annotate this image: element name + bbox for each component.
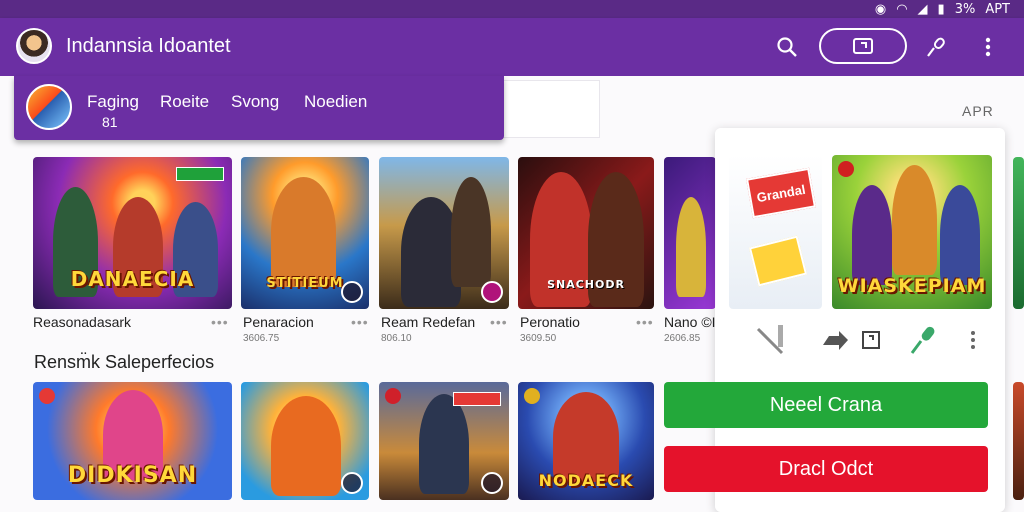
overflow-menu-button[interactable]: [955, 322, 991, 358]
more-options-icon[interactable]: •••: [636, 314, 654, 330]
character-figure: [451, 177, 491, 287]
preview-thumbnail[interactable]: Grandal: [729, 155, 822, 309]
app-title: Indannsia Idoantet: [66, 35, 231, 57]
tab-svong[interactable]: Svong: [231, 92, 279, 112]
mic-button[interactable]: [921, 32, 951, 62]
game-badge: [481, 472, 503, 494]
game-logo: NODAECK: [538, 471, 634, 490]
tab-noedien[interactable]: Noedien: [304, 92, 367, 112]
more-options-icon[interactable]: •••: [490, 314, 508, 330]
pen-icon: [756, 325, 784, 355]
game-card[interactable]: [241, 382, 369, 500]
game-card[interactable]: [1013, 382, 1024, 500]
game-tag: [176, 167, 224, 181]
game-card[interactable]: [664, 157, 716, 309]
cast-button[interactable]: [819, 28, 907, 64]
game-tag: [838, 161, 854, 177]
character-figure: [676, 197, 706, 297]
promo-banner: Grandal: [746, 167, 816, 219]
status-icons: ◉ ◠ ◢ ▮ 3% APT: [875, 0, 1010, 18]
game-subtitle: 2606.85: [664, 333, 701, 344]
character-figure: [271, 177, 336, 287]
tab-faging[interactable]: Faging: [87, 92, 139, 112]
game-badge: [481, 281, 503, 303]
game-card[interactable]: [379, 382, 509, 500]
game-subtitle: 3609.50: [520, 333, 557, 344]
game-badge: [341, 281, 363, 303]
mic-icon: [910, 326, 935, 354]
game-tag: [39, 388, 55, 404]
game-logo: DANAECIA: [70, 267, 195, 291]
featured-game-poster[interactable]: WIASKEPIAM: [832, 155, 992, 309]
primary-action-button[interactable]: Neeel Crana: [664, 382, 988, 428]
game-badge: [341, 472, 363, 494]
battery-text: 3%: [954, 1, 976, 17]
game-title: Peronatio: [520, 314, 580, 330]
character-figure: [852, 185, 892, 285]
game-card[interactable]: STITIEUM: [241, 157, 369, 309]
status-bar: ◉ ◠ ◢ ▮ 3% APT: [0, 0, 1024, 18]
character-figure: [940, 185, 980, 285]
game-logo: DIDKISAN: [67, 463, 198, 488]
character-figure: [553, 392, 619, 482]
character-figure: [419, 394, 469, 494]
share-button[interactable]: [817, 322, 853, 358]
app-avatar[interactable]: [16, 28, 52, 64]
search-icon: [777, 37, 797, 57]
character-figure: [271, 396, 341, 496]
game-title: Penaracion: [243, 314, 314, 330]
tab-strip: Faging Roeite Svong Noedien 81: [14, 76, 504, 140]
game-subtitle: 806.10: [381, 333, 412, 344]
game-card[interactable]: NODAECK: [518, 382, 654, 500]
game-tag: [524, 388, 540, 404]
mic-tool-button[interactable]: [905, 322, 941, 358]
more-vert-icon: [985, 37, 991, 57]
more-menu-button[interactable]: [973, 32, 1003, 62]
game-logo: SNACHODR: [547, 278, 625, 291]
tab-roeite[interactable]: Roeite: [160, 92, 209, 112]
game-title: Ream Redefan: [381, 314, 476, 330]
game-card[interactable]: DANAECIA: [33, 157, 232, 309]
game-logo: WIASKEPIAM: [837, 275, 987, 297]
promo-sticker: [748, 235, 808, 287]
game-tag: [453, 392, 501, 406]
section-title: Rensm̈k Saleperfecios: [34, 352, 215, 372]
more-options-icon[interactable]: •••: [211, 314, 229, 330]
game-tag: [385, 388, 401, 404]
cast-icon: [853, 38, 873, 54]
forward-arrow-icon: [823, 331, 848, 350]
game-card[interactable]: [1013, 157, 1024, 309]
signal-icon: ◉: [874, 1, 887, 17]
status-right-text: APT: [985, 1, 1010, 17]
frame-button[interactable]: [853, 322, 889, 358]
wifi-icon: ◠: [896, 1, 908, 17]
game-card[interactable]: DIDKISAN: [33, 382, 232, 500]
app-bar: Indannsia Idoantet: [0, 18, 1024, 76]
secondary-action-button[interactable]: Dracl Odct: [664, 446, 988, 492]
mic-icon: [927, 37, 945, 57]
game-title: Reasonadasark: [33, 314, 132, 330]
profile-avatar[interactable]: [26, 84, 72, 130]
game-subtitle: 3606.75: [243, 333, 280, 344]
more-vert-icon: [971, 331, 975, 349]
edit-tool-button[interactable]: [753, 322, 789, 358]
character-figure: [892, 165, 937, 275]
game-title: Nano ©I: [664, 314, 716, 330]
more-options-icon[interactable]: •••: [351, 314, 369, 330]
corner-label: APR: [962, 103, 994, 119]
search-button[interactable]: [772, 32, 802, 62]
frame-icon: [862, 331, 880, 349]
battery-icon: ▮: [937, 1, 945, 17]
tab-count: 81: [102, 114, 118, 130]
cellular-icon: ◢: [917, 1, 928, 17]
game-card[interactable]: [379, 157, 509, 309]
game-card[interactable]: SNACHODR: [518, 157, 654, 309]
